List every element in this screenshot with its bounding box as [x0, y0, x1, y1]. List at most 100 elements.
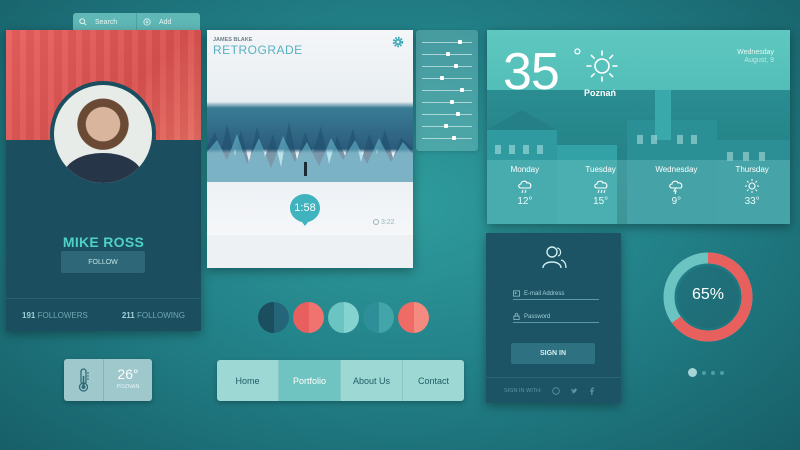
- email-field[interactable]: E-mail Address: [513, 288, 599, 300]
- color-swatch[interactable]: [328, 302, 359, 333]
- add-label: Add: [159, 18, 172, 26]
- slider-track[interactable]: [422, 66, 472, 67]
- color-swatch[interactable]: [363, 302, 394, 333]
- slider-track[interactable]: [422, 90, 472, 91]
- thermometer-icon-wrap: [64, 359, 104, 401]
- current-temperature: 35: [503, 43, 560, 101]
- degree-symbol: °: [573, 44, 582, 69]
- rain-cloud-icon: [593, 180, 607, 194]
- signwith-label: SIGN IN WITH:: [504, 387, 542, 394]
- forecast-day-name: Monday: [510, 165, 540, 174]
- forecast-day-name: Tuesday: [585, 165, 616, 174]
- slider-knob[interactable]: [454, 64, 458, 68]
- forecast-temp: 33°: [744, 196, 760, 207]
- slider-knob[interactable]: [460, 88, 464, 92]
- nav-item-contact[interactable]: Contact: [403, 360, 464, 401]
- music-player: JAMES BLAKE RETROGRADE: [207, 30, 413, 268]
- profile-name: MIKE ROSS: [62, 234, 145, 250]
- temperature-number: 26°: [117, 366, 139, 382]
- slider-knob[interactable]: [440, 76, 444, 80]
- profile-stats: 191 FOLLOWERS 211 FOLLOWING: [6, 298, 201, 331]
- slider-knob[interactable]: [456, 112, 460, 116]
- search-button[interactable]: Search: [73, 13, 136, 31]
- forecast-day-name: Wednesday: [655, 165, 698, 174]
- clock-icon: [373, 219, 379, 226]
- avatar: [50, 81, 156, 187]
- password-placeholder: Password: [524, 313, 551, 320]
- color-swatch[interactable]: [293, 302, 324, 333]
- user-group-icon: [542, 246, 567, 269]
- password-field[interactable]: Password: [513, 311, 599, 323]
- dribbble-icon[interactable]: [551, 386, 560, 395]
- thermometer-icon: [78, 368, 89, 392]
- forecast-temp: 15°: [593, 196, 609, 207]
- elapsed-time: 1:58: [294, 202, 316, 214]
- search-label: Search: [95, 18, 118, 26]
- lock-icon: [513, 313, 520, 320]
- weather-date: Wednesday August, 9: [710, 49, 774, 66]
- facebook-icon[interactable]: [588, 387, 596, 395]
- followers-stat[interactable]: 191 FOLLOWERS: [22, 311, 88, 320]
- following-count: 211: [121, 310, 135, 320]
- slider-track[interactable]: [422, 42, 472, 43]
- slider-track[interactable]: [422, 114, 472, 115]
- forecast-temp: 9°: [671, 196, 682, 207]
- weekday: Wednesday: [737, 49, 774, 56]
- forecast-day: Thursday 33°: [714, 160, 790, 224]
- slider-track[interactable]: [422, 78, 472, 79]
- slider-knob[interactable]: [450, 100, 454, 104]
- color-swatch[interactable]: [258, 302, 289, 333]
- nav-item-about-us[interactable]: About Us: [341, 360, 403, 401]
- slider-knob[interactable]: [444, 124, 448, 128]
- login-card: E-mail Address Password SIGN IN SIGN IN …: [486, 233, 621, 403]
- storm-cloud-icon: [669, 180, 683, 194]
- temperature-city: POZNAN: [116, 384, 140, 390]
- rain-cloud-icon: [518, 180, 532, 194]
- gear-icon[interactable]: [391, 35, 405, 49]
- add-button[interactable]: Add: [136, 13, 200, 31]
- sign-in-button[interactable]: SIGN IN: [511, 343, 595, 364]
- plus-circle-icon: [143, 18, 151, 26]
- search-add-bar: Search Add: [73, 13, 200, 31]
- progress-donut: 65%: [660, 249, 756, 345]
- followers-count: 191: [22, 310, 36, 320]
- search-icon: [79, 18, 87, 26]
- slider-track[interactable]: [422, 138, 472, 139]
- id-card-icon: [513, 290, 520, 297]
- following-label: FOLLOWING: [136, 310, 185, 320]
- date: August, 9: [744, 57, 774, 65]
- pagination-dots: [688, 368, 724, 377]
- following-stat[interactable]: 211 FOLLOWING: [122, 311, 185, 320]
- remaining-time: 3:22: [373, 219, 395, 226]
- page-dot[interactable]: [702, 370, 706, 375]
- track-title: RETROGRADE: [213, 43, 303, 57]
- equalizer-panel: [416, 30, 478, 151]
- waveform-image: [207, 122, 413, 182]
- forecast-day-name: Thursday: [735, 165, 769, 174]
- forecast-day: Tuesday 15°: [563, 160, 639, 224]
- page-dot[interactable]: [720, 370, 724, 375]
- forecast-day: Wednesday 9°: [639, 160, 715, 224]
- slider-knob[interactable]: [452, 136, 456, 140]
- follow-button[interactable]: FOLLOW: [61, 251, 145, 273]
- page-dot-active[interactable]: [688, 368, 697, 377]
- playback-time-bubble[interactable]: 1:58: [290, 194, 320, 226]
- sun-icon: [586, 50, 618, 82]
- nav-menu: Home Portfolio About Us Contact: [217, 360, 464, 401]
- social-signin-row: SIGN IN WITH:: [486, 377, 621, 403]
- color-swatch[interactable]: [398, 302, 429, 333]
- temperature-widget: 26° POZNAN: [64, 359, 152, 401]
- slider-knob[interactable]: [446, 52, 450, 56]
- color-palette: [258, 302, 429, 333]
- slider-track[interactable]: [422, 102, 472, 103]
- sun-icon: [745, 179, 760, 193]
- temperature-value: 26° POZNAN: [104, 359, 152, 401]
- forecast-row: Monday 12° Tuesday 15° Wednesday 9° Thur…: [487, 160, 790, 224]
- twitter-icon[interactable]: [570, 387, 578, 395]
- remaining-time-text: 3:22: [380, 219, 395, 226]
- nav-item-home[interactable]: Home: [217, 360, 279, 401]
- page-dot[interactable]: [711, 370, 715, 375]
- slider-knob[interactable]: [458, 40, 462, 44]
- progress-label: 65%: [691, 286, 725, 303]
- nav-item-portfolio[interactable]: Portfolio: [279, 360, 341, 401]
